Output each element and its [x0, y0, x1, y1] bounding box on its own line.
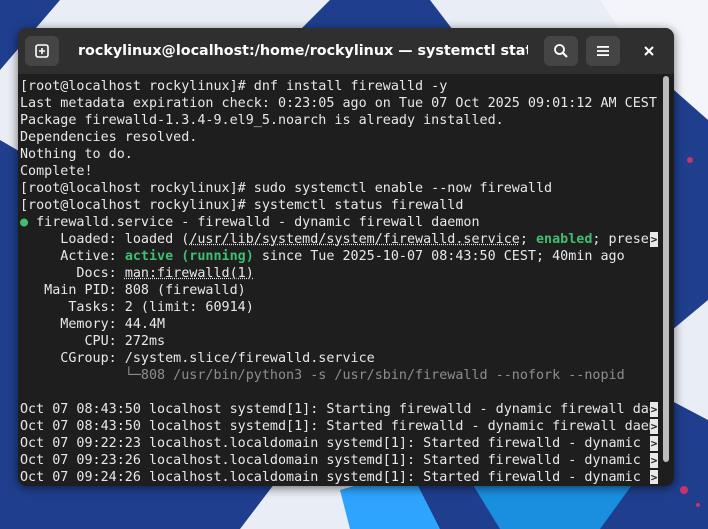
terminal-line: Last metadata expiration check: 0:23:05 …	[20, 96, 658, 111]
log-line: Oct 07 09:23:26 localhost.localdomain sy…	[20, 452, 658, 469]
truncation-marker: >	[650, 402, 658, 417]
status-line: CPU: 272ms	[20, 334, 166, 349]
docs-link: man:firewalld(1)	[124, 266, 254, 281]
search-icon	[554, 44, 568, 58]
preset-text: ; preset	[592, 232, 657, 247]
service-header-line: ● firewalld.service - firewalld - dynami…	[20, 214, 658, 231]
terminal-line: Dependencies resolved.	[20, 130, 198, 145]
terminal-line: Package firewalld-1.3.4-9.el9_5.noarch i…	[20, 113, 504, 128]
truncation-marker: >	[650, 470, 658, 484]
window-title: rockylinux@localhost:/home/rockylinux — …	[78, 43, 528, 59]
enabled-status: enabled	[535, 232, 593, 247]
log-text: Oct 07 08:43:50 localhost systemd[1]: St…	[20, 402, 657, 417]
terminal-output[interactable]: [root@localhost rockylinux]# dnf install…	[20, 78, 658, 484]
log-text: Oct 07 09:22:23 localhost.localdomain sy…	[20, 436, 657, 451]
cgroup-child-line: └─808 /usr/bin/python3 -s /usr/sbin/fire…	[20, 368, 625, 383]
log-line: Oct 07 08:43:50 localhost systemd[1]: St…	[20, 401, 658, 418]
truncation-marker: >	[650, 419, 658, 434]
truncation-marker: >	[650, 436, 658, 451]
log-text: Oct 07 09:23:26 localhost.localdomain sy…	[20, 453, 657, 468]
hamburger-menu-icon	[597, 46, 609, 56]
status-line: CGroup: /system.slice/firewalld.service	[20, 351, 375, 366]
unit-file-path: /usr/lib/systemd/system/firewalld.servic…	[189, 232, 520, 247]
truncation-marker: >	[650, 232, 658, 247]
active-state: active (running)	[124, 249, 254, 264]
active-label: Active:	[20, 249, 125, 264]
terminal-line: Complete!	[20, 164, 93, 179]
terminal-line: Nothing to do.	[20, 147, 133, 162]
active-line: Active: active (running) since Tue 2025-…	[20, 248, 658, 265]
log-text: Oct 07 08:43:50 localhost systemd[1]: St…	[20, 419, 657, 434]
loaded-separator: ;	[519, 232, 536, 247]
title-bar: rockylinux@localhost:/home/rockylinux — …	[18, 28, 674, 74]
terminal-line: [root@localhost rockylinux]# dnf install…	[20, 79, 448, 94]
active-since: since Tue 2025-10-07 08:43:50 CEST; 40mi…	[253, 249, 625, 264]
docs-line: Docs: man:firewalld(1)	[20, 265, 658, 282]
scrollbar-thumb[interactable]	[663, 76, 669, 462]
new-tab-icon	[35, 44, 49, 58]
truncation-marker: >	[650, 453, 658, 468]
close-icon	[644, 46, 654, 56]
loaded-line: Loaded: loaded (/usr/lib/systemd/system/…	[20, 231, 658, 248]
docs-label: Docs:	[20, 266, 125, 281]
status-line: Tasks: 2 (limit: 60914)	[20, 300, 254, 315]
close-button[interactable]	[632, 36, 666, 66]
new-tab-button[interactable]	[25, 36, 59, 66]
status-dot-icon: ●	[20, 215, 29, 230]
menu-button[interactable]	[586, 36, 620, 66]
service-title: firewalld.service - firewalld - dynamic …	[28, 215, 480, 230]
search-button[interactable]	[544, 36, 578, 66]
log-line: Oct 07 09:22:23 localhost.localdomain sy…	[20, 435, 658, 452]
vertical-scrollbar[interactable]	[661, 76, 672, 484]
loaded-label: Loaded: loaded (	[20, 232, 190, 247]
log-line: Oct 07 09:24:26 localhost.localdomain sy…	[20, 469, 658, 484]
log-text: Oct 07 09:24:26 localhost.localdomain sy…	[20, 470, 657, 484]
status-line: Main PID: 808 (firewalld)	[20, 283, 246, 298]
status-line: Memory: 44.4M	[20, 317, 166, 332]
terminal-line: [root@localhost rockylinux]# sudo system…	[20, 181, 553, 196]
terminal-window: rockylinux@localhost:/home/rockylinux — …	[18, 28, 674, 486]
terminal-line: [root@localhost rockylinux]# systemctl s…	[20, 198, 464, 213]
log-line: Oct 07 08:43:50 localhost systemd[1]: St…	[20, 418, 658, 435]
